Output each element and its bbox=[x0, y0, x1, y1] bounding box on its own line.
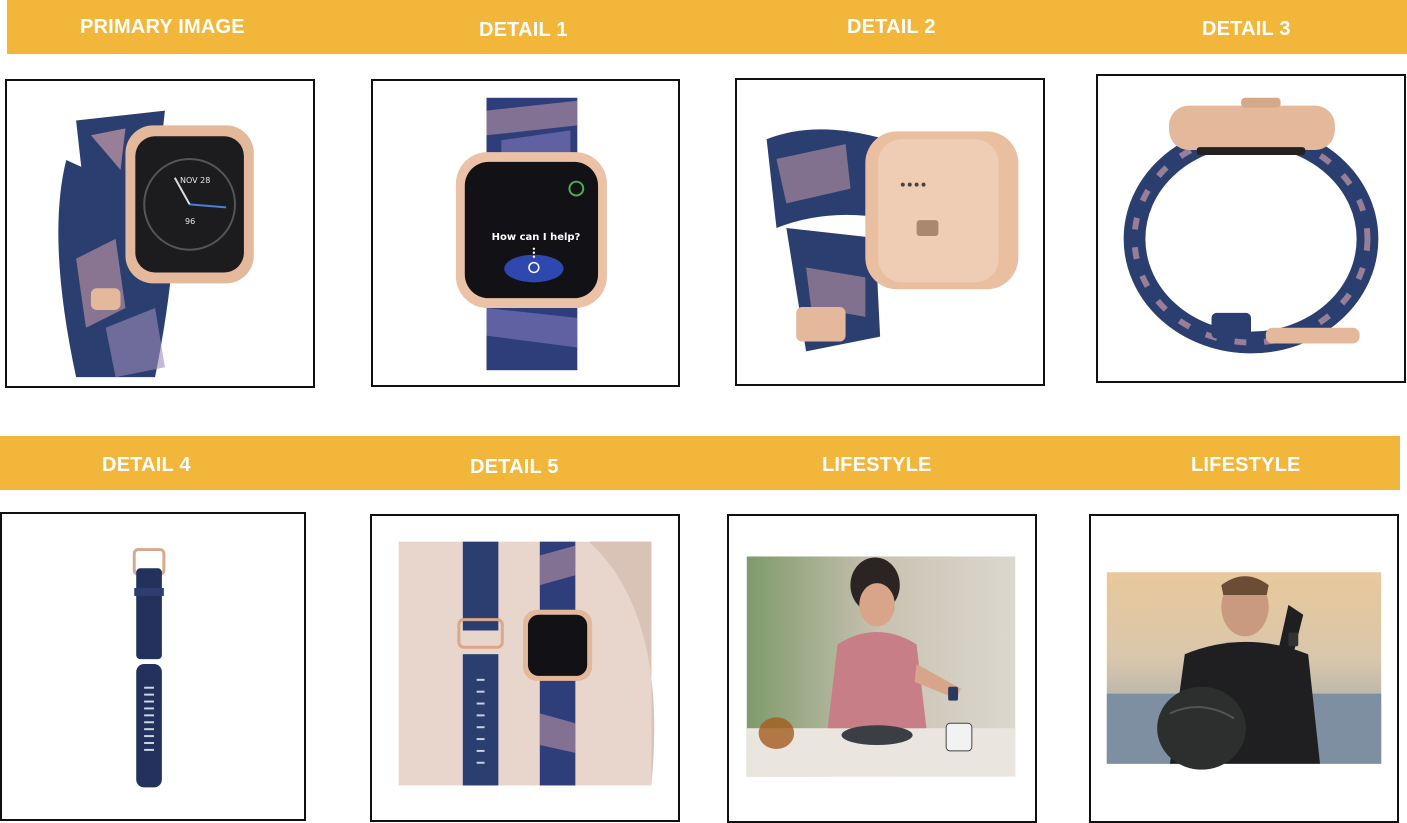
spare-band-image bbox=[132, 548, 166, 788]
watch-face-heart-rate: 96 bbox=[185, 217, 196, 226]
watch-side-image bbox=[1123, 97, 1379, 354]
label-primary-image: PRIMARY IMAGE bbox=[80, 16, 245, 38]
label-detail-3: DETAIL 3 bbox=[1202, 18, 1291, 40]
image-frame-detail-3 bbox=[1096, 74, 1406, 383]
watch-three-quarter-image bbox=[58, 110, 254, 378]
image-frame-detail-5 bbox=[370, 514, 680, 822]
label-detail-1: DETAIL 1 bbox=[479, 19, 568, 41]
assistant-prompt-text: How can I help? bbox=[491, 232, 581, 243]
watch-back-image bbox=[766, 129, 1019, 352]
image-frame-lifestyle-1 bbox=[727, 514, 1037, 823]
header-band-row-2 bbox=[0, 436, 1400, 490]
image-frame-lifestyle-2 bbox=[1089, 514, 1399, 823]
image-frame-detail-4 bbox=[0, 512, 306, 821]
label-detail-5: DETAIL 5 bbox=[470, 456, 559, 478]
label-lifestyle-2: LIFESTYLE bbox=[1191, 454, 1301, 476]
flatlay-bands-image bbox=[398, 541, 655, 786]
woman-breakfast-image bbox=[746, 556, 1016, 777]
image-frame-primary: NOV 28 96 bbox=[5, 79, 315, 388]
image-frame-detail-1: How can I help? bbox=[371, 79, 680, 387]
man-workout-image bbox=[1106, 572, 1382, 770]
label-lifestyle-1: LIFESTYLE bbox=[822, 454, 932, 476]
label-detail-2: DETAIL 2 bbox=[847, 16, 936, 38]
image-frame-detail-2 bbox=[735, 78, 1045, 386]
watch-face-date: NOV 28 bbox=[180, 176, 211, 185]
label-detail-4: DETAIL 4 bbox=[102, 454, 191, 476]
